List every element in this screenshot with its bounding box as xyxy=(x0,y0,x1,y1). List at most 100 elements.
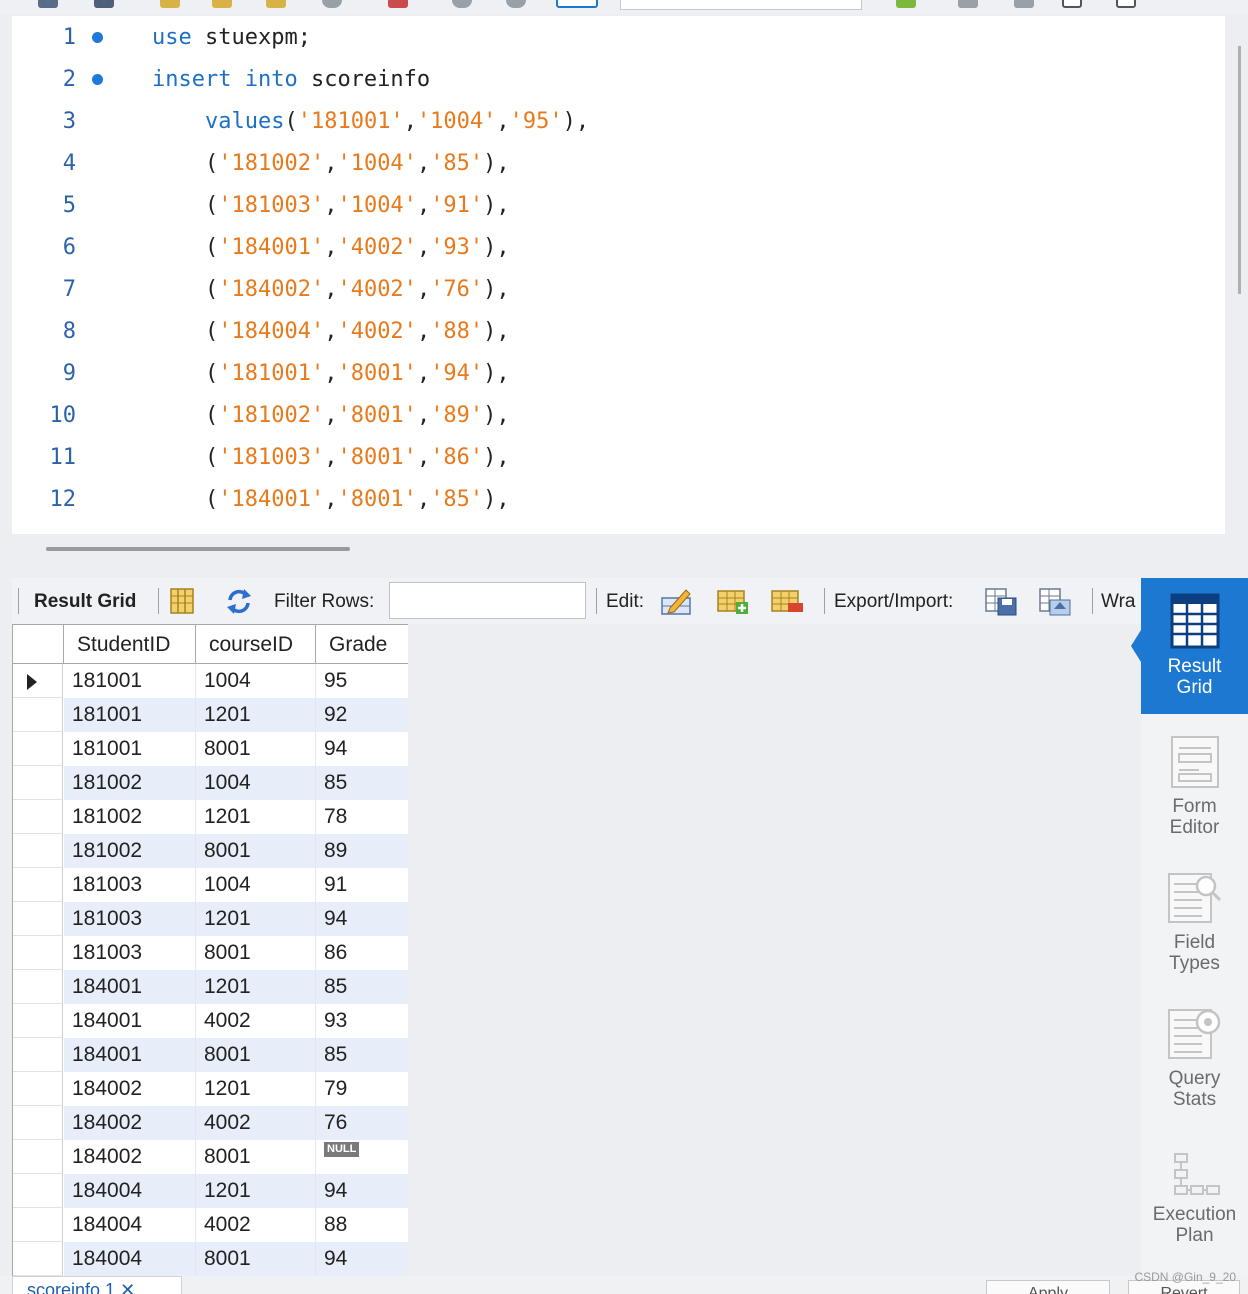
wrap-icon[interactable] xyxy=(1062,0,1082,8)
close-tab-icon[interactable]: ✕ xyxy=(120,1280,135,1294)
table-row[interactable]: 181001 1004 95 xyxy=(13,664,408,698)
cell-courseid[interactable]: 1004 xyxy=(196,868,316,902)
commit-icon[interactable] xyxy=(452,0,472,8)
cell-studentid[interactable]: 181001 xyxy=(64,664,196,698)
table-row[interactable]: 181002 1201 78 xyxy=(13,800,408,834)
row-selector[interactable] xyxy=(13,1072,63,1106)
table-row[interactable]: 184001 1201 85 xyxy=(13,970,408,1004)
table-row[interactable]: 181001 1201 92 xyxy=(13,698,408,732)
row-selector[interactable] xyxy=(13,902,63,936)
cell-grade[interactable]: 85 xyxy=(316,766,408,800)
cell-grade[interactable]: 85 xyxy=(316,1038,408,1072)
cell-grade[interactable]: 91 xyxy=(316,868,408,902)
sql-editor[interactable]: 1 use stuexpm; 2 insert into scoreinfo 3 val… xyxy=(12,16,1225,534)
execute-icon[interactable] xyxy=(160,0,180,8)
cell-studentid[interactable]: 181003 xyxy=(64,868,196,902)
side-tab-form-editor[interactable]: Form Editor xyxy=(1141,716,1248,850)
table-row[interactable]: 184001 8001 85 xyxy=(13,1038,408,1072)
autocommit-icon[interactable] xyxy=(556,0,598,8)
code-line[interactable]: 12 ('184001','8001','85'), xyxy=(12,479,1212,521)
wrap-cell-label[interactable]: Wra xyxy=(1101,591,1135,613)
table-row[interactable]: 181001 8001 94 xyxy=(13,732,408,766)
table-row[interactable]: 181002 8001 89 xyxy=(13,834,408,868)
side-tab-field-types[interactable]: Field Types xyxy=(1141,852,1248,986)
code-line[interactable]: 4 ('181002','1004','85'), xyxy=(12,143,1212,185)
cell-grade[interactable]: 94 xyxy=(316,902,408,936)
cell-grade[interactable]: 94 xyxy=(316,1174,408,1208)
side-tab-execution-plan[interactable]: Execution Plan xyxy=(1141,1126,1248,1264)
table-row[interactable]: 184002 4002 76 xyxy=(13,1106,408,1140)
table-row[interactable]: 181002 1004 85 xyxy=(13,766,408,800)
delete-row-icon[interactable] xyxy=(770,586,804,616)
column-header-courseid[interactable]: courseID xyxy=(196,625,316,664)
cell-studentid[interactable]: 184001 xyxy=(64,970,196,1004)
row-selector[interactable] xyxy=(13,1174,63,1208)
cell-courseid[interactable]: 4002 xyxy=(196,1106,316,1140)
table-row[interactable]: 184004 4002 88 xyxy=(13,1208,408,1242)
cell-grade[interactable]: 88 xyxy=(316,1208,408,1242)
cell-grade[interactable]: 78 xyxy=(316,800,408,834)
cell-studentid[interactable]: 181002 xyxy=(64,766,196,800)
code-line[interactable]: 6 ('184001','4002','93'), xyxy=(12,227,1212,269)
row-selector[interactable] xyxy=(13,698,63,732)
cell-grade[interactable]: 94 xyxy=(316,1242,408,1276)
row-selector[interactable] xyxy=(13,766,63,800)
apply-button[interactable]: Apply xyxy=(986,1280,1110,1294)
refresh-icon[interactable] xyxy=(222,586,256,616)
cell-studentid[interactable]: 181003 xyxy=(64,902,196,936)
rollback-icon[interactable] xyxy=(506,0,526,8)
side-tab-result-grid[interactable]: Result Grid xyxy=(1131,578,1248,714)
limit-selector[interactable] xyxy=(620,0,862,10)
table-row[interactable]: 184002 8001 NULL xyxy=(13,1140,408,1174)
cell-studentid[interactable]: 184002 xyxy=(64,1140,196,1174)
execute-current-icon[interactable] xyxy=(212,0,232,8)
cell-courseid[interactable]: 8001 xyxy=(196,834,316,868)
row-selector[interactable] xyxy=(13,868,63,902)
code-line[interactable]: 1 use stuexpm; xyxy=(12,17,1212,59)
cell-grade[interactable]: 92 xyxy=(316,698,408,732)
row-selector[interactable] xyxy=(13,732,63,766)
editor-horizontal-scrollbar[interactable] xyxy=(46,547,350,551)
table-row[interactable]: 181003 8001 86 xyxy=(13,936,408,970)
row-selector[interactable] xyxy=(13,1140,63,1174)
cell-courseid[interactable]: 1004 xyxy=(196,664,316,698)
cell-courseid[interactable]: 4002 xyxy=(196,1004,316,1038)
panel-toggle-icon[interactable] xyxy=(1116,0,1136,8)
code-line[interactable]: 8 ('184004','4002','88'), xyxy=(12,311,1212,353)
row-selector[interactable] xyxy=(13,1004,63,1038)
open-file-icon[interactable] xyxy=(38,0,58,8)
explain-icon[interactable] xyxy=(266,0,286,8)
cell-grade[interactable]: 95 xyxy=(316,664,408,698)
cell-studentid[interactable]: 181001 xyxy=(64,732,196,766)
code-line[interactable]: 2 insert into scoreinfo xyxy=(12,59,1212,101)
find-icon[interactable] xyxy=(958,0,978,8)
column-header-studentid[interactable]: StudentID xyxy=(64,625,196,664)
code-line[interactable]: 7 ('184002','4002','76'), xyxy=(12,269,1212,311)
cell-grade[interactable]: 86 xyxy=(316,936,408,970)
invisible-chars-icon[interactable] xyxy=(1014,0,1034,8)
code-line[interactable]: 3 values('181001','1004','95'), xyxy=(12,101,1212,143)
cell-courseid[interactable]: 8001 xyxy=(196,1038,316,1072)
row-selector[interactable] xyxy=(13,1242,63,1276)
row-selector[interactable] xyxy=(13,936,63,970)
toggle-columns-icon[interactable] xyxy=(166,586,200,616)
stop-icon[interactable] xyxy=(322,0,342,8)
table-row[interactable]: 184002 1201 79 xyxy=(13,1072,408,1106)
save-icon[interactable] xyxy=(94,0,114,8)
cell-courseid[interactable]: 1004 xyxy=(196,766,316,800)
cell-courseid[interactable]: 1201 xyxy=(196,1174,316,1208)
row-selector[interactable] xyxy=(13,1038,63,1072)
edit-row-icon[interactable] xyxy=(660,586,694,616)
cell-studentid[interactable]: 181003 xyxy=(64,936,196,970)
row-selector[interactable] xyxy=(13,664,63,698)
code-line[interactable]: 9 ('181001','8001','94'), xyxy=(12,353,1212,395)
code-line[interactable]: 10 ('181002','8001','89'), xyxy=(12,395,1212,437)
cell-grade[interactable]: 85 xyxy=(316,970,408,1004)
cell-grade[interactable]: 76 xyxy=(316,1106,408,1140)
row-selector-header[interactable] xyxy=(13,625,64,664)
cell-studentid[interactable]: 181001 xyxy=(64,698,196,732)
table-row[interactable]: 184001 4002 93 xyxy=(13,1004,408,1038)
cell-courseid[interactable]: 8001 xyxy=(196,1140,316,1174)
cell-grade[interactable]: 94 xyxy=(316,732,408,766)
cell-courseid[interactable]: 8001 xyxy=(196,936,316,970)
